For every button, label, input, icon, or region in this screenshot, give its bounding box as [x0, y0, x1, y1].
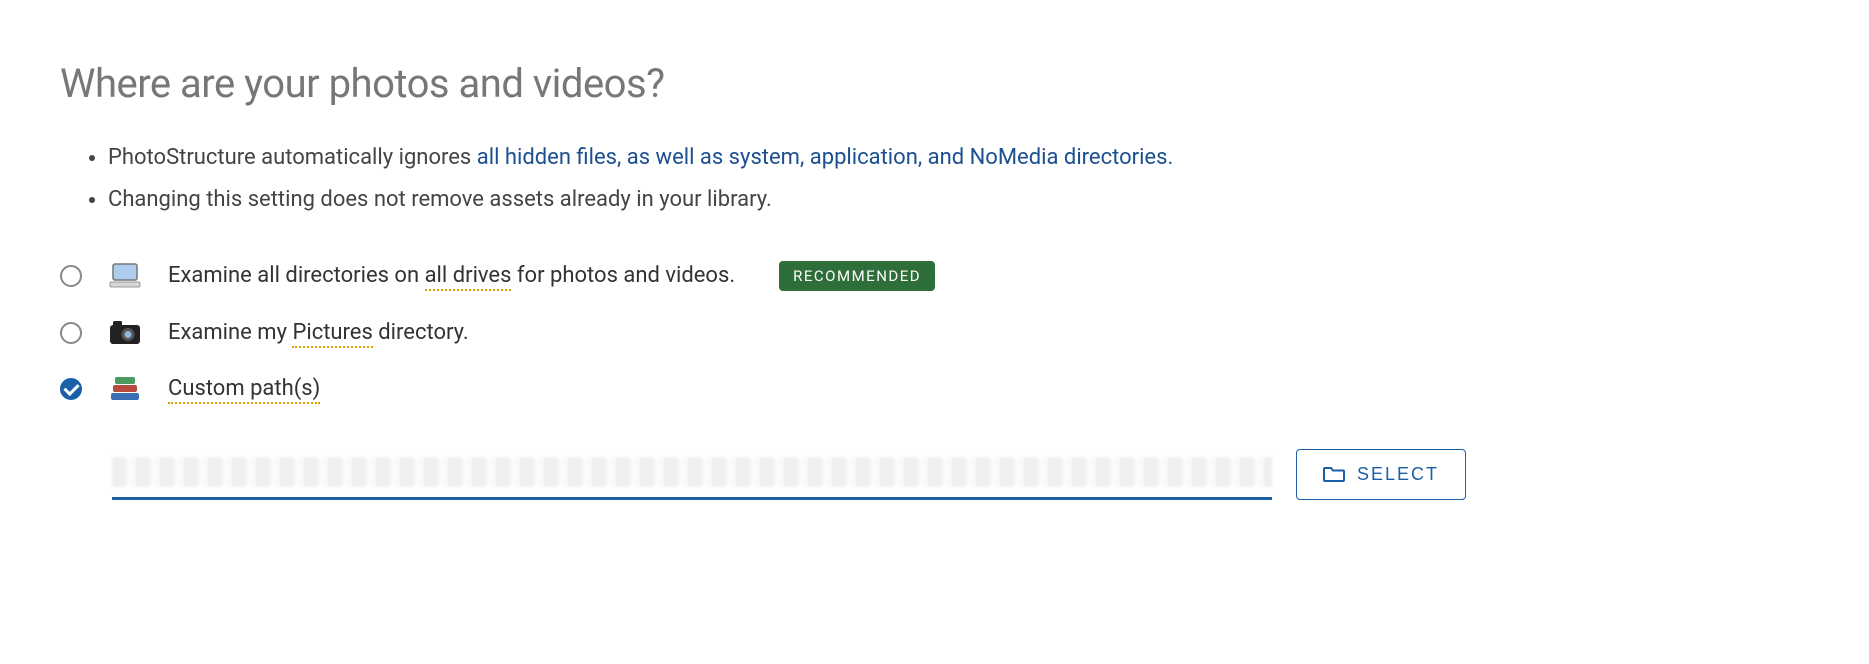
recommended-badge: RECOMMENDED	[779, 261, 935, 291]
opt3-dotted: Custom path(s)	[168, 376, 320, 404]
custom-path-row: SELECT	[112, 449, 1809, 500]
option-custom-label: Custom path(s)	[168, 376, 320, 401]
path-value-redacted	[112, 457, 1272, 487]
radio-pictures[interactable]	[60, 322, 82, 344]
option-custom[interactable]: Custom path(s)	[60, 375, 1809, 403]
folder-outline-icon	[1323, 465, 1345, 483]
ignored-files-link[interactable]: all hidden files, as well as system, app…	[477, 145, 1174, 170]
books-icon	[108, 375, 142, 403]
bullet1-text-prefix: PhotoStructure automatically ignores	[108, 145, 477, 170]
options-group: Examine all directories on all drives fo…	[60, 261, 1809, 500]
opt2-suffix: directory.	[373, 320, 469, 345]
page-heading: Where are your photos and videos?	[60, 60, 1809, 107]
opt1-suffix: for photos and videos.	[511, 263, 735, 288]
option-all-drives-label: Examine all directories on all drives fo…	[168, 263, 735, 288]
info-list: PhotoStructure automatically ignores all…	[60, 137, 1809, 221]
info-bullet-1: PhotoStructure automatically ignores all…	[108, 137, 1809, 179]
option-pictures-label: Examine my Pictures directory.	[168, 320, 469, 345]
select-button[interactable]: SELECT	[1296, 449, 1466, 500]
opt2-prefix: Examine my	[168, 320, 292, 345]
opt1-prefix: Examine all directories on	[168, 263, 425, 288]
custom-path-input[interactable]	[112, 449, 1272, 500]
radio-custom[interactable]	[60, 378, 82, 400]
camera-icon	[108, 319, 142, 347]
opt2-dotted: Pictures	[292, 320, 372, 348]
info-bullet-2: Changing this setting does not remove as…	[108, 179, 1809, 221]
laptop-icon	[108, 262, 142, 290]
select-button-label: SELECT	[1357, 464, 1439, 485]
option-all-drives[interactable]: Examine all directories on all drives fo…	[60, 261, 1809, 291]
option-pictures[interactable]: Examine my Pictures directory.	[60, 319, 1809, 347]
opt1-dotted: all drives	[425, 263, 512, 291]
radio-all-drives[interactable]	[60, 265, 82, 287]
